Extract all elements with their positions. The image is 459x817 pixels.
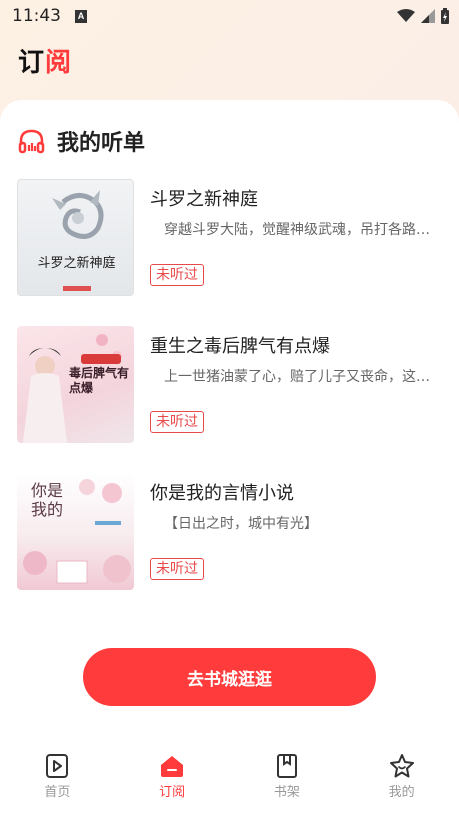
status-badge-1: 未听过 <box>150 264 204 286</box>
book-cover-2[interactable]: 毒后脾气有点爆 <box>17 326 134 443</box>
go-to-bookstore-button[interactable]: 去书城逛逛 <box>83 648 376 706</box>
cover-title-1: 斗罗之新神庭 <box>37 256 116 271</box>
status-bar: 11:43 A <box>0 0 459 32</box>
status-badge-2: 未听过 <box>150 411 204 433</box>
tab-home[interactable]: 首页 <box>0 740 115 817</box>
cover-title-2: 毒后脾气有点爆 <box>69 366 130 395</box>
subscription-icon <box>161 756 184 777</box>
cover-title-3: 你是我的 <box>31 481 64 519</box>
battery-icon <box>441 8 449 24</box>
headphones-icon <box>18 129 45 153</box>
section-header: 我的听单 <box>18 125 145 157</box>
section-title: 我的听单 <box>57 131 146 156</box>
book-item-2[interactable]: 毒后脾气有点爆 重生之毒后脾气有点爆 上一世猪油蒙了心，赔了儿子又丧命，这… 未… <box>17 326 447 444</box>
tab-bookshelf-label: 书架 <box>273 785 300 800</box>
book-cover-1[interactable]: 斗罗之新神庭 <box>17 179 134 296</box>
book-desc-1: 穿越斗罗大陆，觉醒神级武魂，吊打各路… <box>164 222 430 238</box>
book-item-3[interactable]: 你是我的 你是我的言情小说 【日出之时，城中有光】 未听过 <box>17 473 447 591</box>
book-item-1[interactable]: 斗罗之新神庭 斗罗之新神庭 穿越斗罗大陆，觉醒神级武魂，吊打各路… 未听过 <box>17 179 447 297</box>
book-cover-3[interactable]: 你是我的 <box>17 473 134 590</box>
page-title: 订阅 <box>18 42 72 79</box>
tab-subscription-label: 订阅 <box>159 785 186 800</box>
cover-publisher-1 <box>63 286 91 291</box>
page-title-part2: 阅 <box>45 48 73 78</box>
wifi-icon <box>397 9 415 22</box>
bookmark-icon <box>276 754 297 778</box>
tab-subscription[interactable]: 订阅 <box>115 740 230 817</box>
status-time: 11:43 <box>12 6 61 26</box>
book-title-3[interactable]: 你是我的言情小说 <box>150 479 294 505</box>
tab-home-label: 首页 <box>44 785 71 800</box>
tab-mine-label: 我的 <box>388 785 415 800</box>
star-face-icon <box>389 754 414 778</box>
book-title-2[interactable]: 重生之毒后脾气有点爆 <box>150 332 330 358</box>
page-title-part1: 订 <box>18 48 46 78</box>
bottom-tab-bar: 首页 订阅 书架 我的 <box>0 740 459 817</box>
play-icon <box>46 754 69 778</box>
tab-mine[interactable]: 我的 <box>344 740 459 817</box>
status-badge-3: 未听过 <box>150 558 204 580</box>
cover-art-dragon-icon <box>52 190 104 239</box>
tab-bookshelf[interactable]: 书架 <box>230 740 345 817</box>
keyboard-a-icon: A <box>75 9 87 23</box>
book-desc-2: 上一世猪油蒙了心，赔了儿子又丧命，这… <box>164 369 430 385</box>
cell-signal-icon <box>421 9 435 23</box>
book-title-1[interactable]: 斗罗之新神庭 <box>150 185 258 211</box>
book-desc-3: 【日出之时，城中有光】 <box>164 516 318 532</box>
